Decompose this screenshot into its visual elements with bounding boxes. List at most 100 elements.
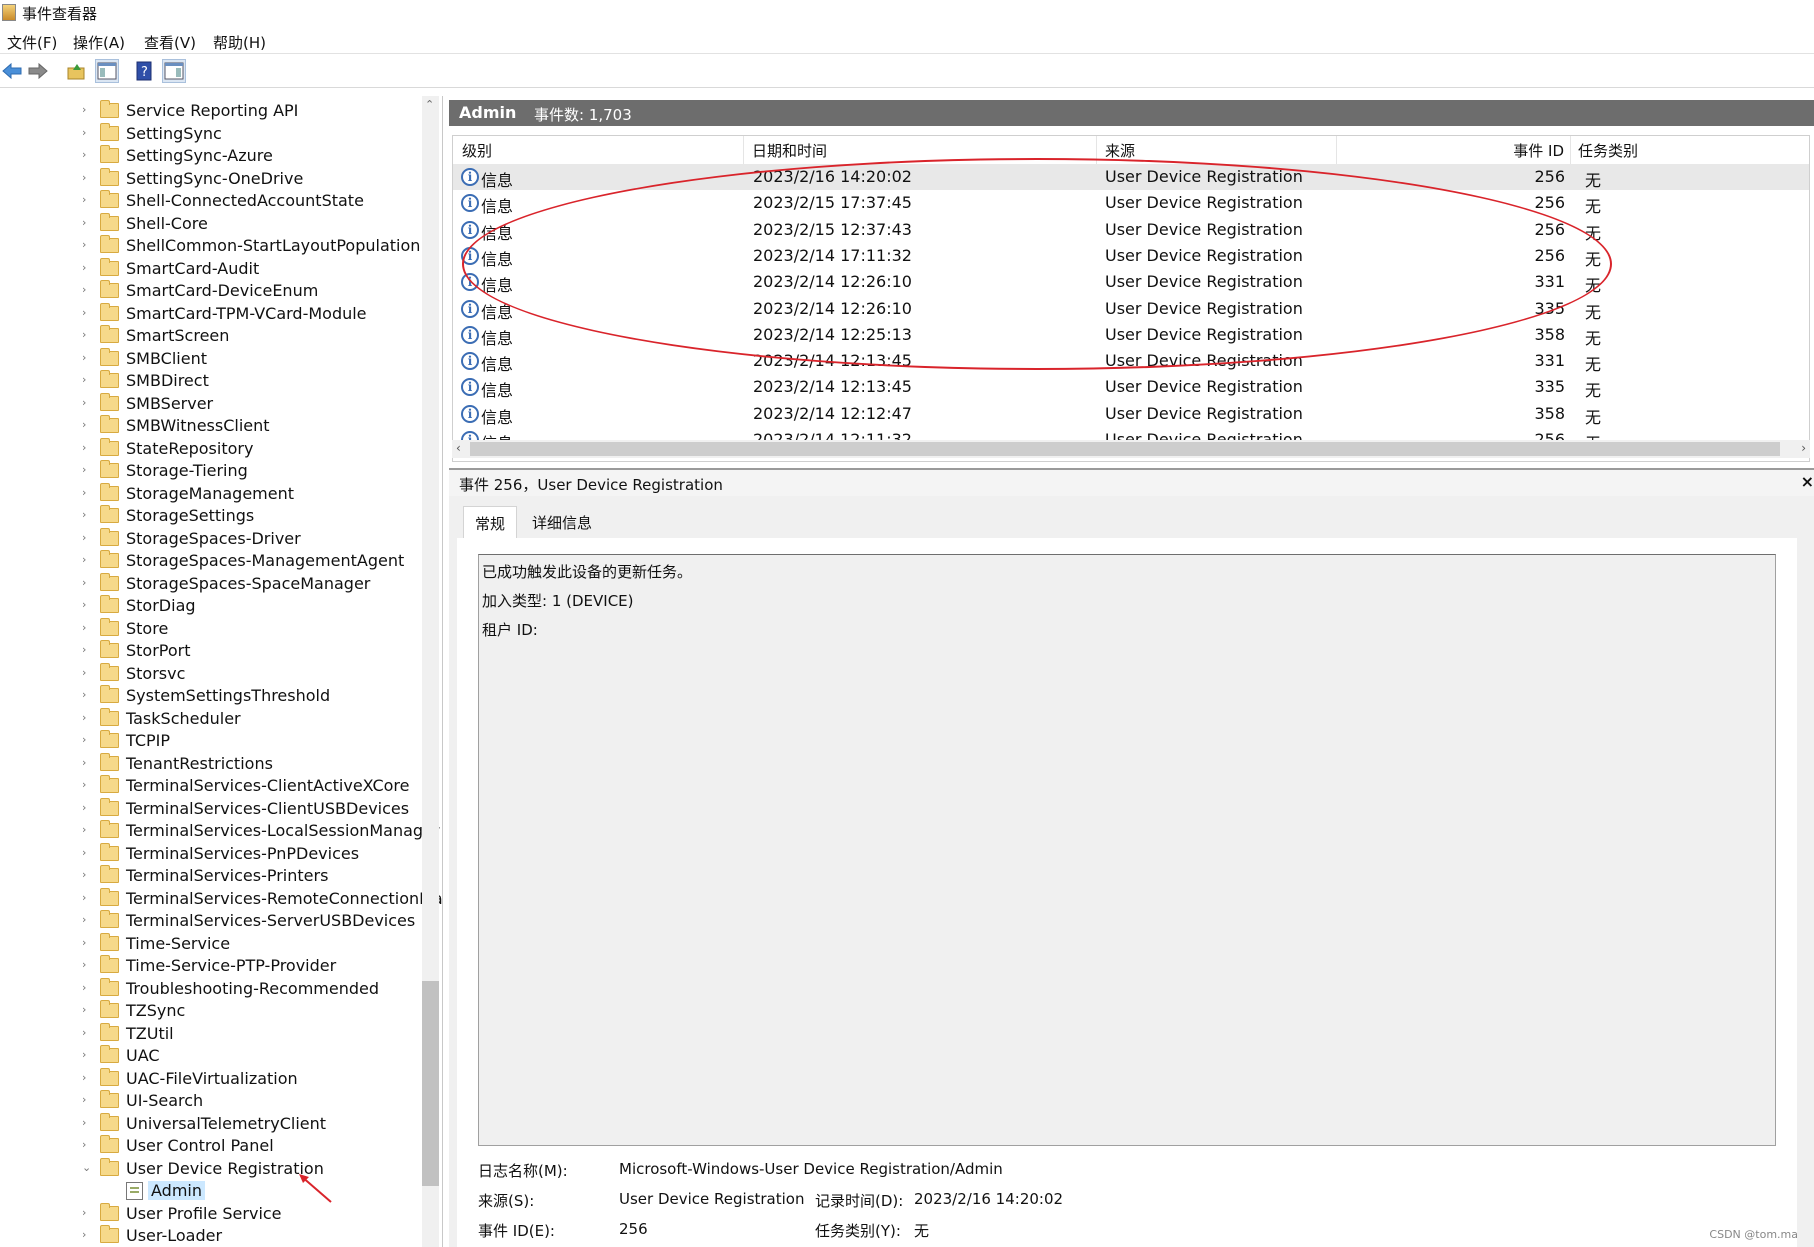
tree-folder-item[interactable]: › SystemSettingsThreshold xyxy=(0,685,422,707)
chevron-right-icon[interactable]: › xyxy=(82,958,92,971)
menu-view[interactable]: 查看(V) xyxy=(144,32,196,53)
back-arrow-icon[interactable] xyxy=(0,59,24,83)
chevron-right-icon[interactable]: › xyxy=(82,441,92,454)
chevron-right-icon[interactable]: › xyxy=(82,508,92,521)
tree-folder-item[interactable]: › TerminalServices-ClientActiveXCore xyxy=(0,775,422,797)
tree-folder-item[interactable]: › UI-Search xyxy=(0,1090,422,1112)
tree-folder-item[interactable]: › Time-Service xyxy=(0,932,422,955)
help-icon[interactable]: ? xyxy=(132,59,156,83)
tree-folder-item[interactable]: › StorageSpaces-Driver xyxy=(0,527,422,550)
event-message-box[interactable]: 已成功触发此设备的更新任务。 加入类型: 1 (DEVICE) 租户 ID: xyxy=(478,554,1776,1146)
chevron-right-icon[interactable]: › xyxy=(82,868,92,881)
chevron-right-icon[interactable]: › xyxy=(82,598,92,611)
scroll-up-icon[interactable]: ⌃ xyxy=(425,98,434,111)
tree-folder-item[interactable]: › Store xyxy=(0,617,422,640)
chevron-right-icon[interactable]: › xyxy=(82,216,92,229)
chevron-right-icon[interactable]: › xyxy=(82,913,92,926)
forward-arrow-icon[interactable] xyxy=(26,59,50,83)
tree-folder-item[interactable]: › TerminalServices-RemoteConnectionMana xyxy=(0,887,442,910)
tree-folder-item[interactable]: › StateRepository xyxy=(0,437,422,460)
tab-general[interactable]: 常规 xyxy=(463,506,518,538)
close-detail-button[interactable]: × xyxy=(1801,472,1814,491)
chevron-right-icon[interactable]: › xyxy=(82,823,92,836)
chevron-right-icon[interactable]: › xyxy=(82,981,92,994)
tree-folder-item[interactable]: › SMBWitnessClient xyxy=(0,415,422,437)
chevron-right-icon[interactable]: › xyxy=(82,171,92,184)
column-header-event-id[interactable]: 事件 ID xyxy=(1337,136,1571,164)
tree-folder-item[interactable]: › Time-Service-PTP-Provider xyxy=(0,955,422,977)
event-row[interactable]: i 信息 2023/2/14 12:12:47 User Device Registr… xyxy=(453,401,1809,427)
chevron-right-icon[interactable]: › xyxy=(82,351,92,364)
chevron-right-icon[interactable]: › xyxy=(82,1228,92,1241)
tree-folder-item[interactable]: › StorDiag xyxy=(0,595,422,617)
tree-folder-item[interactable]: › ShellCommon-StartLayoutPopulation xyxy=(0,235,422,257)
menu-help[interactable]: 帮助(H) xyxy=(213,32,266,53)
chevron-right-icon[interactable]: › xyxy=(82,1138,92,1151)
tab-details[interactable]: 详细信息 xyxy=(521,506,603,538)
tree-folder-item[interactable]: › TerminalServices-ServerUSBDevices xyxy=(0,910,422,932)
scroll-right-icon[interactable]: › xyxy=(1801,441,1806,455)
chevron-right-icon[interactable]: › xyxy=(82,126,92,139)
chevron-right-icon[interactable]: › xyxy=(82,553,92,566)
event-row[interactable]: i 信息 2023/2/14 12:26:10 User Device Registr… xyxy=(453,296,1809,322)
tree-folder-item[interactable]: › StorageSettings xyxy=(0,505,422,527)
chevron-right-icon[interactable]: › xyxy=(82,103,92,116)
event-row[interactable]: i 信息 2023/2/15 17:37:45 User Device Registr… xyxy=(453,190,1809,216)
tree-folder-item[interactable]: › TaskScheduler xyxy=(0,707,422,730)
chevron-right-icon[interactable]: › xyxy=(82,1048,92,1061)
tree-folder-item[interactable]: › StorPort xyxy=(0,640,422,662)
chevron-right-icon[interactable]: › xyxy=(82,486,92,499)
tree-folder-item[interactable]: › SMBClient xyxy=(0,347,422,370)
tree-folder-item[interactable]: › TZUtil xyxy=(0,1022,422,1045)
chevron-right-icon[interactable]: › xyxy=(82,148,92,161)
chevron-right-icon[interactable]: › xyxy=(82,1003,92,1016)
chevron-right-icon[interactable]: › xyxy=(82,396,92,409)
chevron-right-icon[interactable]: › xyxy=(82,306,92,319)
tree-folder-item[interactable]: › StorageSpaces-ManagementAgent xyxy=(0,550,422,572)
tree-folder-item[interactable]: › SMBServer xyxy=(0,392,422,415)
tree-folder-item[interactable]: › SettingSync-OneDrive xyxy=(0,167,422,190)
tree-folder-item[interactable]: › Storsvc xyxy=(0,662,422,685)
tree-folder-item[interactable]: › TCPIP xyxy=(0,730,422,752)
column-header-task-category[interactable]: 任务类别 xyxy=(1571,136,1809,164)
chevron-right-icon[interactable]: › xyxy=(82,1071,92,1084)
tree-folder-item[interactable]: › TenantRestrictions xyxy=(0,752,422,775)
tree-folder-item[interactable]: › TerminalServices-Printers xyxy=(0,865,422,887)
tree-folder-item[interactable]: › SettingSync-Azure xyxy=(0,145,422,167)
tree-item-admin-log[interactable]: Admin xyxy=(0,1180,422,1202)
chevron-right-icon[interactable]: › xyxy=(82,1026,92,1039)
tree-folder-item[interactable]: › UAC xyxy=(0,1045,422,1067)
chevron-right-icon[interactable]: › xyxy=(82,621,92,634)
tree-folder-item[interactable]: › Shell-ConnectedAccountState xyxy=(0,190,422,212)
chevron-right-icon[interactable]: › xyxy=(82,238,92,251)
tree-folder-item[interactable]: › UAC-FileVirtualization xyxy=(0,1067,422,1090)
tree-folder-item[interactable]: › Storage-Tiering xyxy=(0,460,422,482)
grid-scroll-thumb[interactable] xyxy=(470,442,1780,456)
chevron-right-icon[interactable]: › xyxy=(82,846,92,859)
chevron-right-icon[interactable]: › xyxy=(82,576,92,589)
tree-folder-item[interactable]: › Shell-Core xyxy=(0,212,422,235)
tree-folder-item[interactable]: › StorageManagement xyxy=(0,482,422,505)
chevron-right-icon[interactable]: › xyxy=(82,666,92,679)
column-header-level[interactable]: 级别 xyxy=(453,136,744,164)
tree-folder-item[interactable]: › User Profile Service xyxy=(0,1202,422,1225)
scroll-left-icon[interactable]: ‹ xyxy=(456,441,461,455)
chevron-right-icon[interactable]: › xyxy=(82,756,92,769)
chevron-right-icon[interactable]: › xyxy=(82,1116,92,1129)
chevron-right-icon[interactable]: › xyxy=(82,418,92,431)
tree-folder-item[interactable]: › SmartScreen xyxy=(0,325,422,347)
column-header-datetime[interactable]: 日期和时间 xyxy=(744,136,1097,164)
up-folder-icon[interactable] xyxy=(64,59,88,83)
chevron-right-icon[interactable]: › xyxy=(82,1206,92,1219)
tree-folder-item[interactable]: › TerminalServices-LocalSessionManager xyxy=(0,820,440,842)
tree-folder-item[interactable]: › Troubleshooting-Recommended xyxy=(0,977,422,1000)
tree-folder-item[interactable]: › User-Loader xyxy=(0,1225,422,1247)
chevron-right-icon[interactable]: › xyxy=(82,643,92,656)
tree-folder-item[interactable]: › SmartCard-TPM-VCard-Module xyxy=(0,302,422,325)
chevron-right-icon[interactable]: › xyxy=(82,733,92,746)
chevron-right-icon[interactable]: › xyxy=(82,531,92,544)
event-row[interactable]: i 信息 2023/2/14 12:13:45 User Device Registr… xyxy=(453,348,1809,374)
tree-folder-item[interactable]: › SmartCard-DeviceEnum xyxy=(0,280,422,302)
chevron-right-icon[interactable]: › xyxy=(82,891,92,904)
console-tree-icon[interactable] xyxy=(95,59,119,83)
